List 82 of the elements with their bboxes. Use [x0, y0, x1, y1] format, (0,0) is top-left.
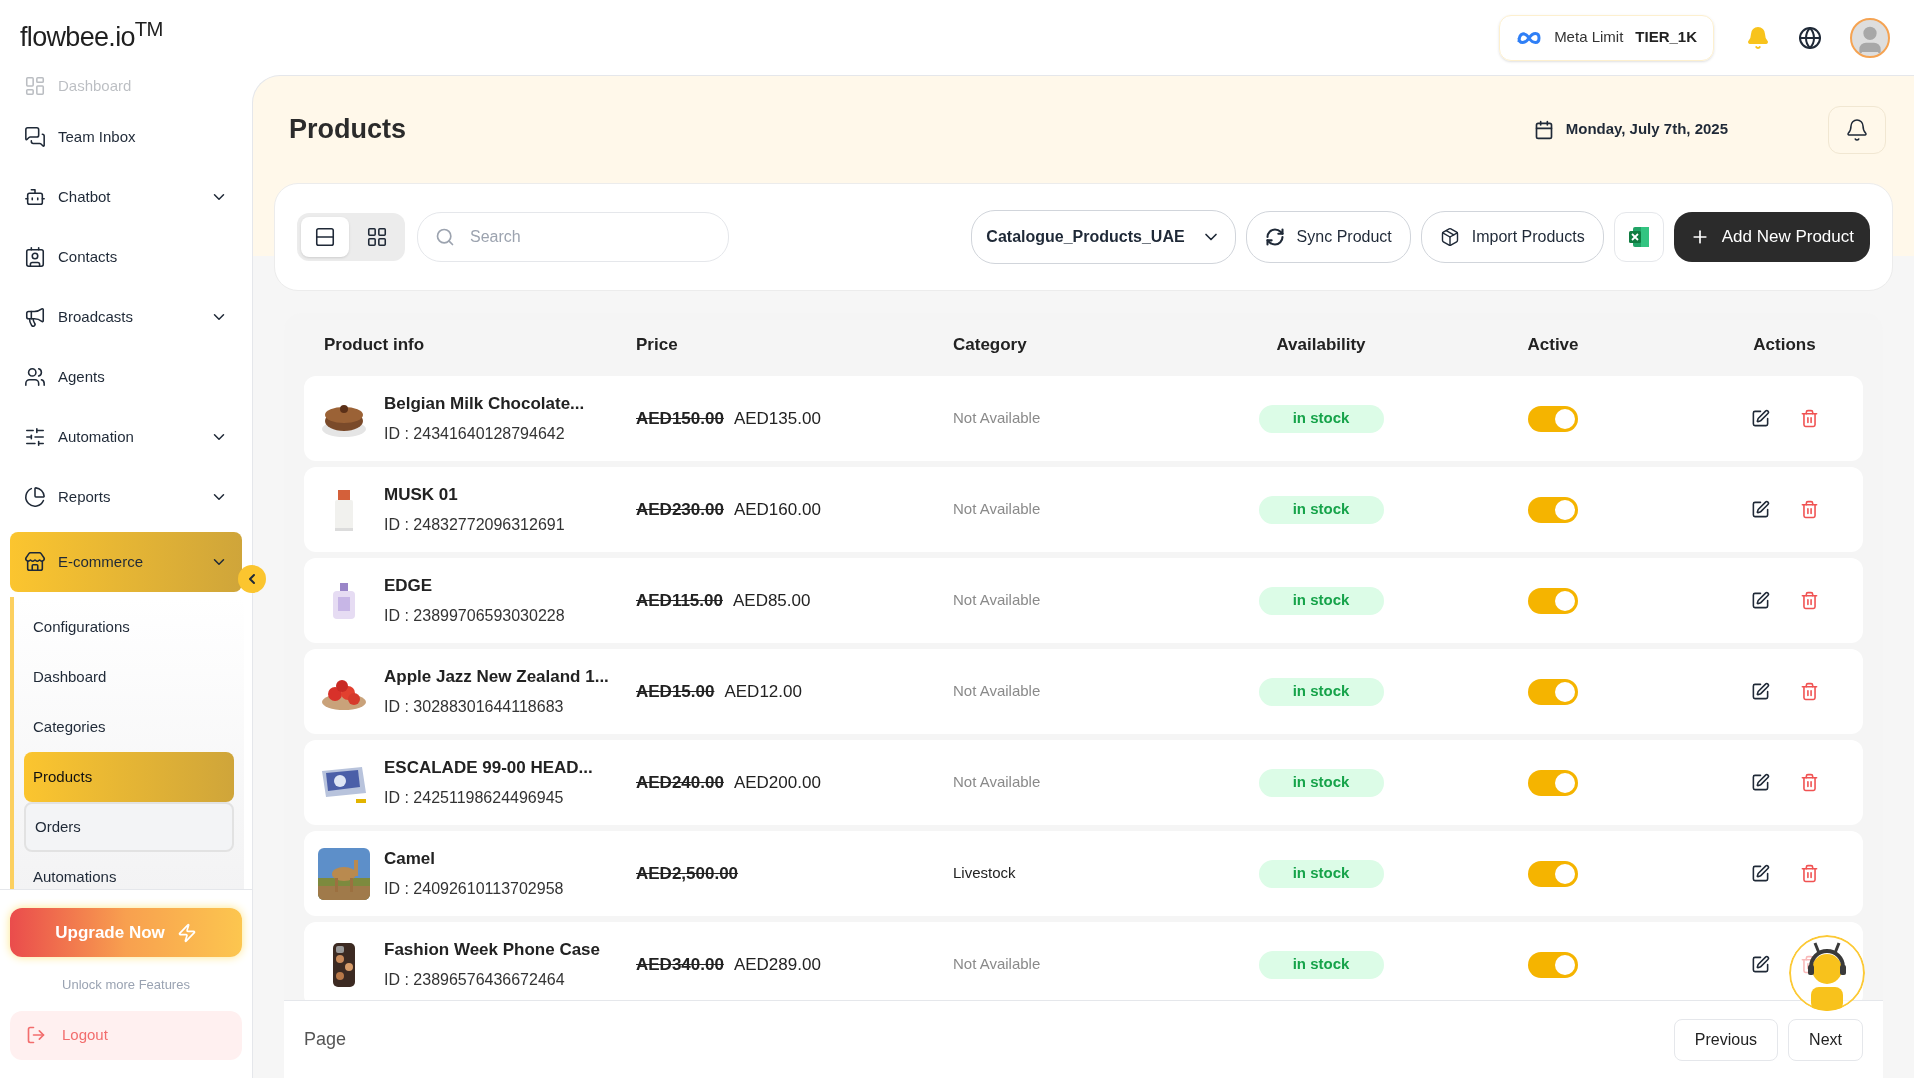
original-price: AED150.00 — [636, 407, 724, 430]
category-text: Not Available — [952, 408, 1042, 429]
submenu-item[interactable]: Products — [24, 752, 234, 802]
page-label: Page — [304, 1028, 347, 1051]
meta-limit-value: TIER_1K — [1635, 27, 1697, 48]
product-row[interactable]: Camel ID : 24092610113702958 AED2,500.00 Livestock in stock — [304, 831, 1863, 916]
category-text: Not Available — [952, 954, 1042, 975]
sidebar-item[interactable]: Chatbot — [10, 167, 242, 227]
availability-badge: in stock — [1258, 495, 1384, 524]
product-name: ESCALADE 99-00 HEAD... — [384, 756, 593, 779]
category-text: Not Available — [952, 681, 1042, 702]
sidebar-item[interactable]: Team Inbox — [10, 107, 242, 167]
product-name: MUSK 01 — [384, 483, 459, 506]
availability-badge: in stock — [1258, 950, 1384, 979]
column-header: Product info — [323, 333, 426, 356]
availability-badge: in stock — [1258, 677, 1384, 706]
column-header: Active — [1526, 333, 1580, 356]
category-text: Not Available — [952, 590, 1042, 611]
product-id: ID : 24341640128794642 — [384, 424, 566, 445]
import-products-button[interactable]: Import Products — [1420, 211, 1604, 263]
category-text: Not Available — [952, 772, 1042, 793]
sale-price: AED289.00 — [733, 953, 821, 976]
sync-product-button[interactable]: Sync Product — [1245, 211, 1411, 263]
sidebar-item[interactable]: Contacts — [10, 227, 242, 287]
sale-price: AED200.00 — [733, 771, 821, 794]
submenu-item[interactable]: Categories — [24, 702, 234, 752]
logo[interactable]: flowbee.io$^{TM}$ — [20, 17, 163, 58]
original-price: AED340.00 — [636, 953, 724, 976]
product-id: ID : 24832772096312691 — [384, 515, 565, 536]
product-name: Camel — [384, 847, 437, 870]
product-name: Belgian Milk Chocolate... — [384, 392, 585, 415]
availability-badge: in stock — [1258, 768, 1384, 797]
submenu-item[interactable]: Configurations — [24, 602, 234, 652]
product-row[interactable]: Fashion Week Phone Case ID : 23896576436672464 AED340.00 AED289.00 Not Available in stock — [304, 922, 1863, 1000]
column-header: Actions — [1752, 333, 1817, 356]
category-text: Livestock — [952, 863, 1017, 884]
product-id: ID : 24092610113702958 — [384, 879, 564, 900]
next-button[interactable]: Next — [1788, 1018, 1863, 1061]
sale-price: AED85.00 — [732, 589, 811, 612]
column-header: Category — [952, 333, 1028, 356]
sidebar-item[interactable]: Broadcasts — [10, 287, 242, 347]
previous-button[interactable]: Previous — [1673, 1018, 1779, 1061]
product-row[interactable]: ESCALADE 99-00 HEAD... ID : 24251198624496945 AED240.00 AED200.00 Not Available in stock — [304, 740, 1863, 825]
category-text: Not Available — [952, 499, 1042, 520]
page-title: Products — [289, 113, 407, 147]
column-header: Availability — [1275, 333, 1367, 356]
date-label: Monday, July 7th, 2025 — [1565, 119, 1728, 140]
sidebar-item[interactable]: Automation — [10, 407, 242, 467]
sidebar-item[interactable]: E-commerce — [10, 532, 242, 592]
column-header: Price — [635, 333, 679, 356]
original-price: AED15.00 — [636, 680, 715, 703]
product-id: ID : 23899706593030228 — [384, 606, 565, 627]
product-name: Apple Jazz New Zealand 1... — [384, 665, 609, 688]
sidebar-item[interactable]: Agents — [10, 347, 242, 407]
catalogue-dropdown[interactable]: Catalogue_Products_UAE — [971, 210, 1236, 264]
original-price: AED2,500.00 — [636, 862, 739, 885]
product-name: EDGE — [384, 574, 434, 597]
add-new-product-button[interactable]: Add New Product — [1673, 212, 1870, 262]
product-id: ID : 30288301644118683 — [384, 697, 565, 718]
product-row[interactable]: Apple Jazz New Zealand 1... ID : 30288301644118683 AED15.00 AED12.00 Not Available in stock — [304, 649, 1863, 734]
product-id: ID : 24251198624496945 — [384, 788, 565, 809]
product-row[interactable]: Belgian Milk Chocolate... ID : 24341640128794642 AED150.00 AED135.00 Not Available in stock — [304, 376, 1863, 461]
search-field[interactable]: Search — [417, 212, 729, 262]
original-price: AED115.00 — [636, 589, 723, 612]
product-row[interactable]: MUSK 01 ID : 24832772096312691 AED230.00 AED160.00 Not Available in stock — [304, 467, 1863, 552]
product-id: ID : 23896576436672464 — [384, 970, 566, 991]
upgrade-note: Unlock more Features — [61, 976, 191, 995]
submenu-item[interactable]: Dashboard — [24, 652, 234, 702]
sale-price: AED12.00 — [724, 680, 802, 703]
product-row[interactable]: EDGE ID : 23899706593030228 AED115.00 AED85.00 Not Available in stock — [304, 558, 1863, 643]
sale-price: AED135.00 — [733, 407, 821, 430]
original-price: AED230.00 — [636, 498, 724, 521]
availability-badge: in stock — [1258, 404, 1384, 433]
submenu-item[interactable]: Automations — [24, 852, 234, 889]
original-price: AED240.00 — [636, 771, 724, 794]
product-name: Fashion Week Phone Case — [384, 938, 601, 961]
sale-price: AED160.00 — [733, 498, 821, 521]
sidebar-item[interactable]: Reports — [10, 467, 242, 527]
availability-badge: in stock — [1258, 586, 1384, 615]
meta-limit-label: Meta Limit — [1554, 27, 1624, 48]
submenu-item[interactable]: Orders — [24, 802, 234, 852]
availability-badge: in stock — [1258, 859, 1384, 888]
